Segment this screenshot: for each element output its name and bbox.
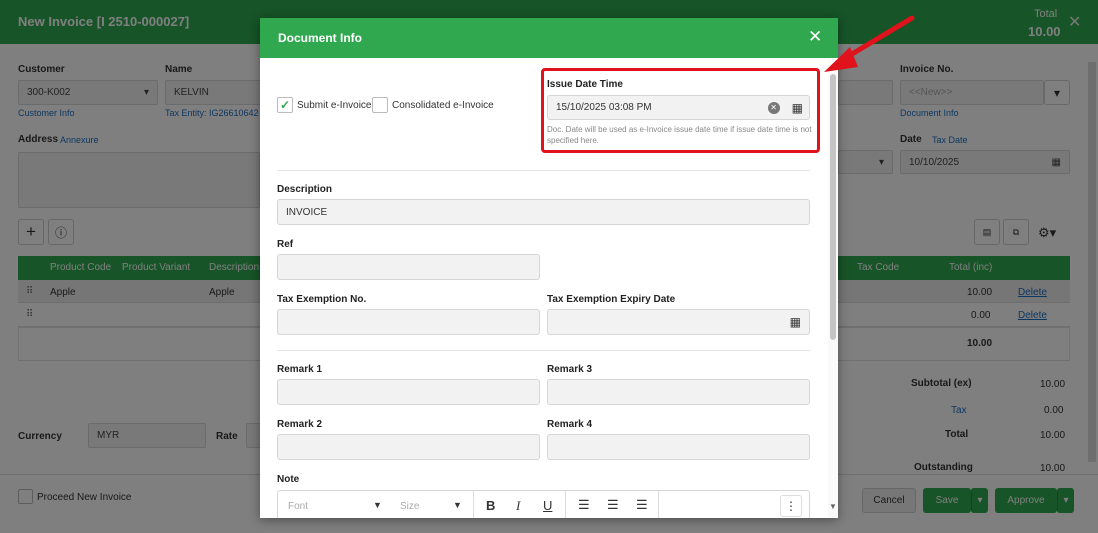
remark2-field[interactable]: [277, 434, 540, 460]
remark1-field[interactable]: [277, 379, 540, 405]
italic-icon[interactable]: I: [516, 498, 520, 514]
submit-einvoice-checkbox[interactable]: ✓: [277, 97, 293, 113]
consolidated-einvoice-label: Consolidated e-Invoice: [392, 100, 494, 111]
divider: [277, 170, 810, 171]
remark4-field[interactable]: [547, 434, 810, 460]
size-select[interactable]: Size: [400, 501, 419, 512]
tax-exemption-field[interactable]: [277, 309, 540, 335]
modal-title: Document Info: [278, 31, 362, 45]
tax-exemption-label: Tax Exemption No.: [277, 294, 367, 305]
ref-field[interactable]: [277, 254, 540, 280]
scroll-down-icon[interactable]: ▼: [829, 502, 837, 511]
calendar-icon[interactable]: ▦: [790, 315, 801, 329]
chevron-down-icon[interactable]: ▼: [373, 500, 382, 510]
modal-scrollbar-thumb[interactable]: [830, 74, 836, 340]
chevron-down-icon[interactable]: ▼: [453, 500, 462, 510]
consolidated-einvoice-checkbox[interactable]: [372, 97, 388, 113]
note-editor-toolbar: Font ▼ Size ▼ B I U ☰ ☰ ☰ ⋮: [277, 490, 810, 518]
remark2-label: Remark 2: [277, 419, 323, 430]
bold-icon[interactable]: B: [486, 498, 495, 513]
toolbar-divider: [658, 491, 659, 518]
toolbar-divider: [565, 491, 566, 518]
note-label: Note: [277, 474, 300, 485]
align-center-icon[interactable]: ☰: [607, 497, 619, 513]
ref-label: Ref: [277, 239, 294, 250]
highlight-box: [541, 68, 820, 153]
description-label: Description: [277, 184, 333, 195]
remark3-field[interactable]: [547, 379, 810, 405]
align-right-icon[interactable]: ☰: [636, 497, 648, 513]
arrow-annotation: [824, 15, 915, 72]
divider: [277, 350, 810, 351]
tax-exemption-expiry-label: Tax Exemption Expiry Date: [547, 294, 676, 305]
description-field[interactable]: INVOICE: [277, 199, 810, 225]
remark4-label: Remark 4: [547, 419, 593, 430]
toolbar-divider: [473, 491, 474, 518]
underline-icon[interactable]: U: [543, 498, 552, 513]
more-icon[interactable]: ⋮: [780, 495, 802, 517]
remark1-label: Remark 1: [277, 364, 323, 375]
remark3-label: Remark 3: [547, 364, 593, 375]
align-left-icon[interactable]: ☰: [578, 497, 590, 513]
tax-exemption-expiry-field[interactable]: ▦: [547, 309, 810, 335]
font-select[interactable]: Font: [288, 501, 308, 512]
submit-einvoice-label: Submit e-Invoice: [297, 100, 372, 111]
checkmark-icon: ✓: [279, 98, 291, 112]
